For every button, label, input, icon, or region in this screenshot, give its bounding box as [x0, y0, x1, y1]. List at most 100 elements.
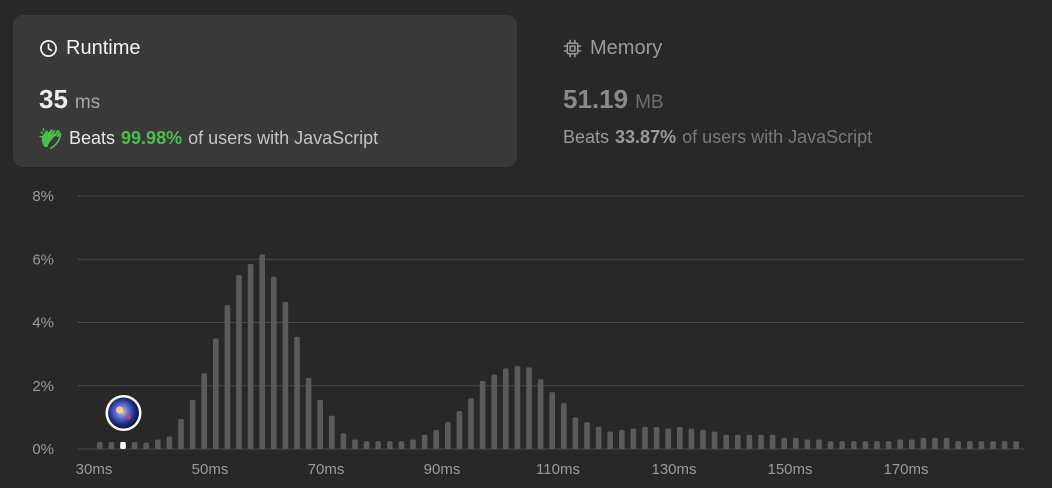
distribution-bar[interactable] [1013, 441, 1019, 449]
distribution-bar[interactable] [758, 434, 764, 449]
runtime-title: Runtime [39, 37, 491, 60]
distribution-bar[interactable] [433, 430, 439, 449]
distribution-bar[interactable] [155, 439, 161, 449]
distribution-bar[interactable] [97, 442, 103, 449]
distribution-bar[interactable] [851, 441, 857, 449]
distribution-bar[interactable] [143, 442, 149, 449]
distribution-bar[interactable] [653, 426, 660, 449]
distribution-bar[interactable] [317, 399, 323, 449]
distribution-bar[interactable] [282, 301, 289, 449]
clapping-hands-icon [39, 128, 62, 149]
distribution-bar[interactable] [363, 441, 370, 449]
distribution-bar[interactable] [213, 338, 219, 449]
distribution-bar[interactable] [619, 430, 625, 449]
memory-beats-tail: of users with JavaScript [682, 127, 873, 147]
distribution-bar[interactable] [978, 441, 985, 449]
distribution-bar[interactable] [967, 441, 973, 449]
avatar[interactable] [108, 397, 139, 429]
distribution-bar[interactable] [271, 276, 277, 449]
distribution-bar[interactable] [607, 431, 613, 449]
distribution-bar[interactable] [793, 437, 799, 449]
distribution-bar[interactable] [479, 381, 486, 449]
distribution-bar[interactable] [955, 441, 961, 449]
distribution-bar[interactable] [700, 430, 706, 449]
distribution-bar[interactable] [259, 254, 265, 449]
distribution-bar[interactable] [398, 441, 405, 449]
distribution-bar[interactable] [595, 426, 602, 449]
user-marker[interactable] [105, 395, 142, 431]
distribution-bar[interactable] [131, 442, 138, 449]
distribution-bar[interactable] [723, 434, 729, 449]
distribution-bar[interactable] [340, 433, 347, 449]
distribution-bar[interactable] [572, 417, 579, 449]
distribution-bar[interactable] [897, 439, 903, 449]
distribution-bar[interactable] [247, 263, 254, 449]
distribution-bar[interactable] [769, 434, 776, 449]
distribution-bar[interactable] [909, 439, 915, 449]
runtime-card[interactable]: Runtime 35 ms Beats 99.98% of users with… [13, 15, 517, 167]
distribution-bar[interactable] [421, 434, 428, 449]
distribution-bar[interactable] [166, 436, 173, 449]
distribution-bar[interactable] [108, 442, 115, 449]
runtime-value-row: 35 ms [39, 84, 491, 115]
distribution-bar[interactable] [642, 426, 648, 449]
distribution-bar[interactable] [305, 377, 312, 449]
distribution-bar[interactable] [677, 426, 683, 449]
distribution-bar[interactable] [189, 399, 196, 449]
x-tick-label: 30ms [76, 461, 113, 478]
distribution-bar[interactable] [468, 398, 474, 449]
distribution-bar[interactable] [514, 366, 521, 449]
distribution-bar[interactable] [862, 441, 869, 449]
distribution-bar[interactable] [804, 439, 811, 449]
distribution-bar[interactable] [990, 441, 996, 449]
distribution-bar[interactable] [839, 441, 845, 449]
y-tick-label: 4% [32, 315, 54, 332]
runtime-beats-tail: of users with JavaScript [188, 127, 379, 148]
distribution-bar[interactable] [665, 428, 671, 449]
distribution-bar[interactable] [375, 441, 381, 449]
distribution-bar[interactable] [746, 434, 753, 449]
distribution-bar[interactable] [526, 367, 532, 449]
distribution-bar[interactable] [503, 368, 509, 449]
distribution-bar[interactable] [491, 374, 497, 449]
distribution-bar[interactable] [236, 275, 242, 449]
memory-beats-percent: 33.87% [615, 127, 677, 147]
distribution-bar[interactable] [410, 439, 416, 449]
distribution-bar[interactable] [1001, 441, 1008, 449]
distribution-bar[interactable] [688, 428, 695, 449]
distribution-bar[interactable] [445, 422, 451, 449]
distribution-bar[interactable] [711, 431, 718, 449]
distribution-bar[interactable] [920, 437, 927, 449]
distribution-bar[interactable] [561, 403, 567, 449]
distribution-bar[interactable] [781, 437, 787, 449]
distribution-bar[interactable] [735, 434, 741, 449]
x-tick-label: 50ms [192, 461, 229, 478]
distribution-bar[interactable] [456, 411, 463, 449]
y-tick-label: 8% [32, 188, 54, 205]
distribution-bar[interactable] [178, 418, 184, 449]
distribution-bar[interactable] [224, 305, 231, 449]
runtime-title-label: Runtime [66, 37, 141, 59]
distribution-bar[interactable] [387, 441, 393, 449]
distribution-bar[interactable] [827, 441, 834, 449]
distribution-bar[interactable] [874, 441, 880, 449]
distribution-bar[interactable] [537, 379, 544, 449]
x-tick-label: 90ms [424, 461, 461, 478]
x-tick-label: 70ms [308, 461, 345, 478]
distribution-bar[interactable] [584, 422, 590, 449]
runtime-distribution-chart: 8% 6% 4% 2% 0% 30ms 50ms 70ms 90ms 110ms 130ms 150m… [32, 188, 1024, 478]
memory-title: Memory [563, 37, 1011, 60]
x-tick-label: 130ms [651, 461, 696, 478]
distribution-bar[interactable] [352, 439, 358, 449]
distribution-bar[interactable] [549, 392, 555, 449]
distribution-bar[interactable] [329, 415, 335, 449]
distribution-bar[interactable] [885, 441, 892, 449]
distribution-bar[interactable] [816, 439, 822, 449]
user-bar[interactable] [120, 442, 126, 449]
distribution-bar[interactable] [294, 336, 300, 449]
distribution-bar[interactable] [630, 428, 637, 449]
distribution-bar[interactable] [932, 437, 938, 449]
distribution-bar[interactable] [201, 373, 207, 449]
distribution-bar[interactable] [943, 437, 950, 449]
memory-card[interactable]: Memory 51.19 MB Beats 33.87% of users wi… [537, 15, 1037, 167]
